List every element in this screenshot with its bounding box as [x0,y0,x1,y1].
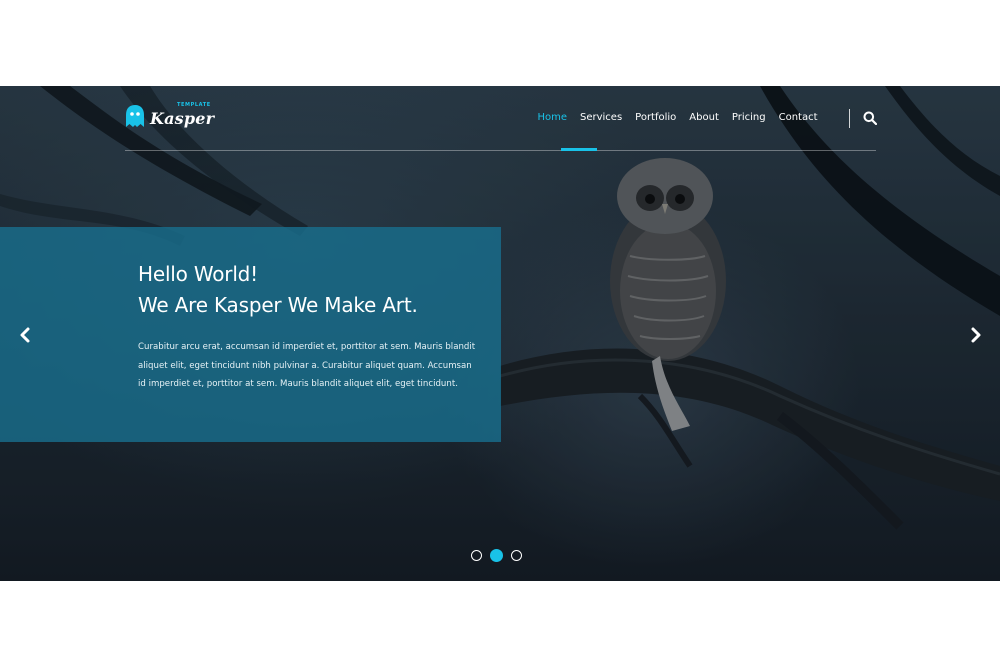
brand-name: Kasper [150,109,215,128]
nav-link-home[interactable]: Home [531,110,574,125]
slider-dot-2[interactable] [490,549,503,562]
nav-link-portfolio[interactable]: Portfolio [629,110,683,125]
chevron-left-icon[interactable] [17,324,33,346]
slider-dot-3[interactable] [511,550,522,561]
nav-divider [849,109,850,128]
slider-pagination [470,549,530,566]
nav-link-services[interactable]: Services [573,110,628,125]
active-nav-indicator [561,148,597,151]
hero-headline-line2: We Are Kasper We Make Art. [138,293,418,317]
brand-logo[interactable]: TEMPLATE Kasper [125,102,215,130]
search-icon[interactable] [863,111,877,125]
hero-slider: TEMPLATE Kasper Home Services Portfolio … [0,86,1000,581]
hero-headline-line1: Hello World! [138,262,258,286]
top-navigation: TEMPLATE Kasper Home Services Portfolio … [125,86,877,151]
nav-link-about[interactable]: About [683,110,726,125]
nav-link-contact[interactable]: Contact [772,110,824,125]
hero-caption-box: Hello World! We Are Kasper We Make Art. … [0,227,501,442]
hero-description: Curabitur arcu erat, accumsan id imperdi… [138,342,476,389]
chevron-right-icon[interactable] [968,324,984,346]
main-menu: Home Services Portfolio About Pricing Co… [531,110,824,125]
brand-tag: TEMPLATE [177,102,211,108]
slider-dot-1[interactable] [471,550,482,561]
ghost-icon [126,105,144,127]
hero-headline: Hello World! We Are Kasper We Make Art. [138,259,418,321]
nav-link-pricing[interactable]: Pricing [725,110,772,125]
